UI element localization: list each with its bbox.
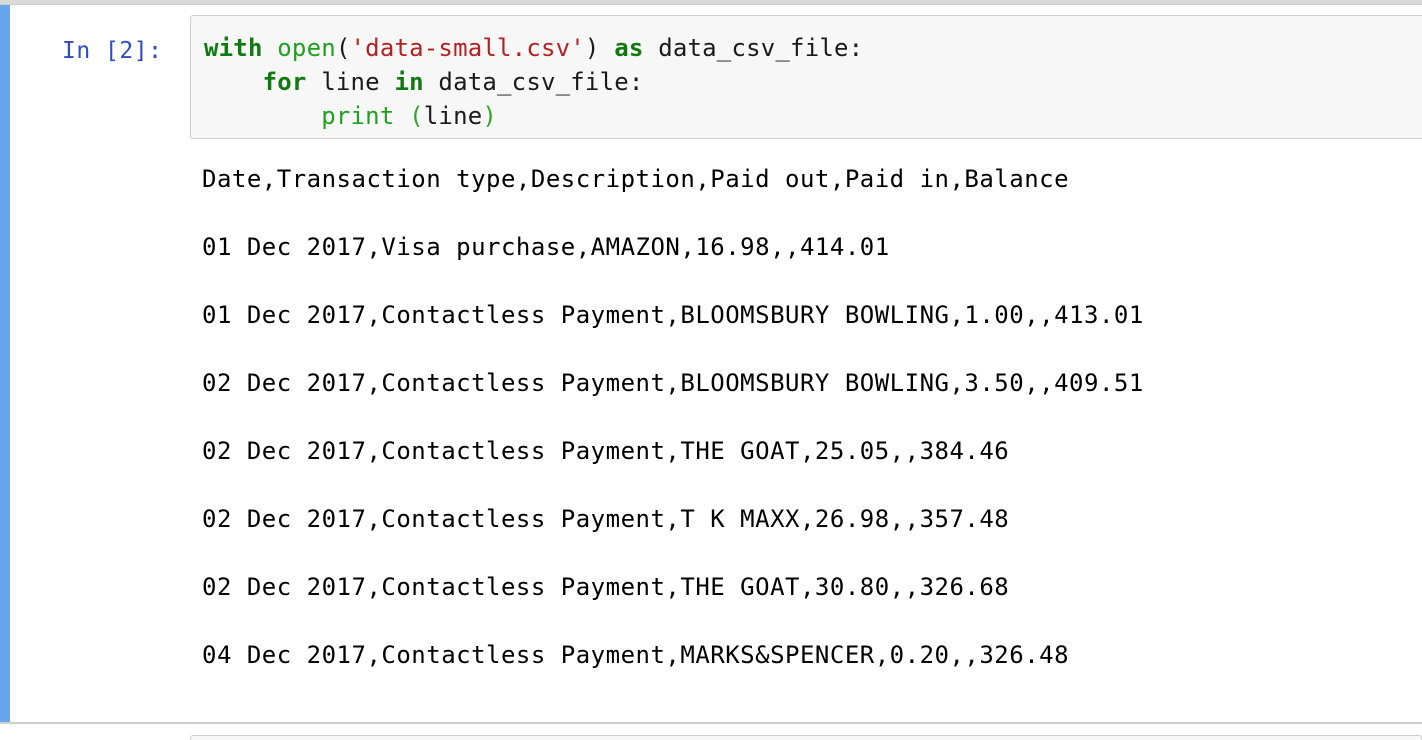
code-loop-var: line: [306, 68, 395, 96]
string-filename: 'data-small.csv': [350, 34, 585, 62]
keyword-with: with: [204, 34, 263, 62]
next-cell-input[interactable]: [190, 735, 1422, 740]
builtin-print: print: [321, 102, 395, 130]
code-iterable: data_csv_file:: [423, 68, 644, 96]
output-line: 02 Dec 2017,Contactless Payment,THE GOAT…: [202, 437, 1010, 465]
output-line: 04 Dec 2017,Contactless Payment,MARKS&SP…: [202, 641, 1070, 669]
output-line: 02 Dec 2017,Contactless Payment,T K MAXX…: [202, 505, 1010, 533]
keyword-as: as: [614, 34, 644, 62]
code-paren-close: ): [584, 34, 600, 62]
code-line-3: print (line): [204, 102, 497, 130]
code-paren-close: ): [482, 102, 498, 130]
code-paren-open: (: [335, 34, 351, 62]
code-line-2: for line in data_csv_file:: [204, 68, 644, 96]
output-line: 02 Dec 2017,Contactless Payment,THE GOAT…: [202, 573, 1010, 601]
output-line: 01 Dec 2017,Visa purchase,AMAZON,16.98,,…: [202, 233, 890, 261]
output-line: 02 Dec 2017,Contactless Payment,BLOOMSBU…: [202, 369, 1144, 397]
code-paren-open: (: [409, 102, 424, 130]
cell-output: Date,Transaction type,Description,Paid o…: [202, 155, 1402, 699]
code-cell[interactable]: In [2]: with open('data-small.csv') as d…: [0, 4, 1422, 724]
code-input-area[interactable]: with open('data-small.csv') as data_csv_…: [190, 15, 1422, 139]
code-arg: line: [423, 102, 483, 130]
input-prompt: In [2]:: [62, 38, 163, 64]
code-variable: data_csv_file:: [643, 34, 864, 62]
keyword-for: for: [262, 68, 307, 96]
output-line: Date,Transaction type,Description,Paid o…: [202, 165, 1070, 193]
cell-selection-bar: [0, 5, 10, 722]
output-line: 01 Dec 2017,Contactless Payment,BLOOMSBU…: [202, 301, 1144, 329]
notebook-page: In [2]: with open('data-small.csv') as d…: [0, 0, 1422, 740]
code-editor[interactable]: with open('data-small.csv') as data_csv_…: [204, 31, 863, 133]
builtin-open: open: [277, 34, 336, 62]
keyword-in: in: [394, 68, 424, 96]
code-line-1: with open('data-small.csv') as data_csv_…: [204, 34, 863, 62]
